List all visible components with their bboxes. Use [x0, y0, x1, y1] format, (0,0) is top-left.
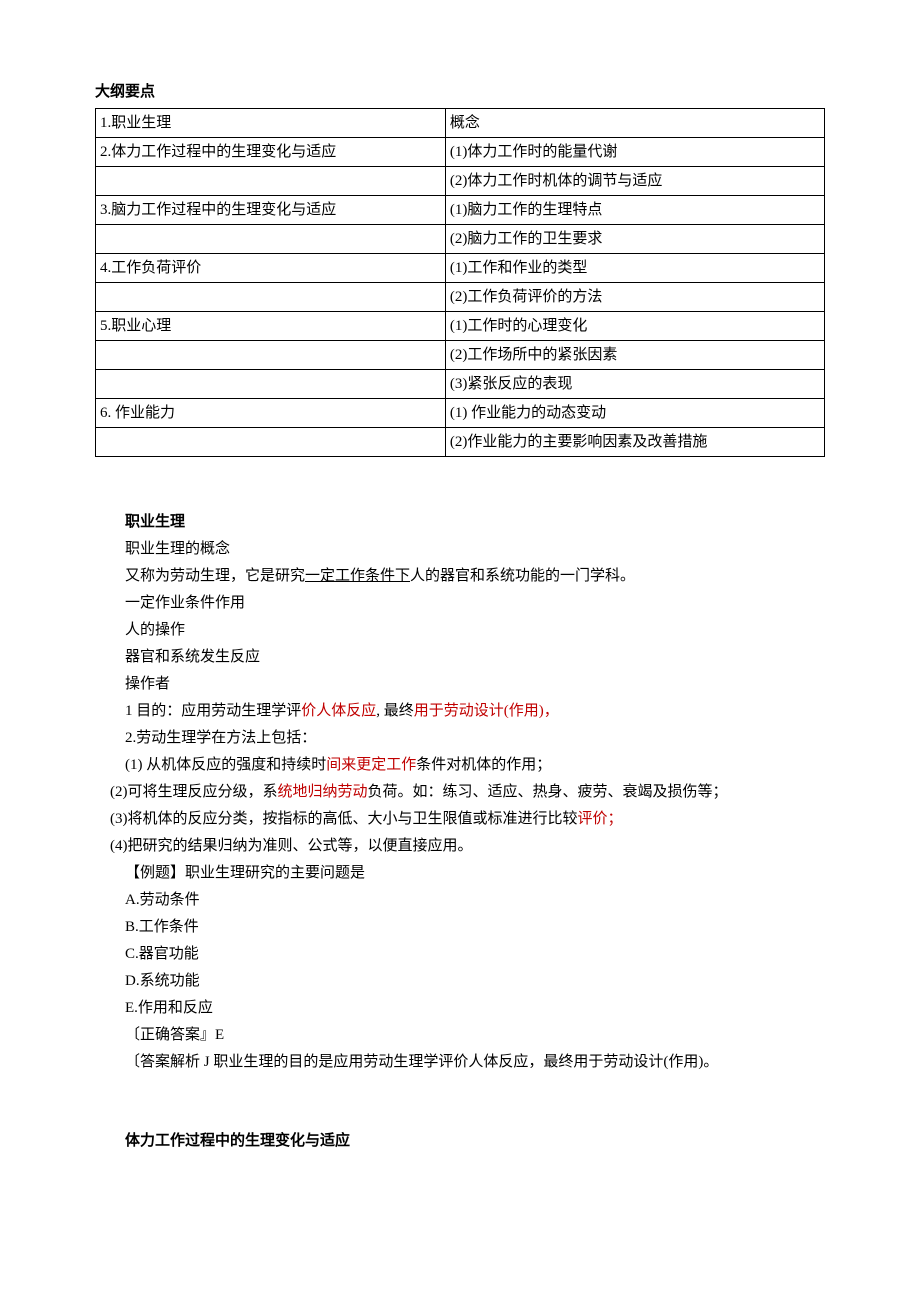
para-concept: 职业生理的概念 — [95, 536, 825, 563]
table-row: (2)作业能力的主要影响因素及改善措施 — [96, 427, 825, 456]
table-cell-left: 1.职业生理 — [96, 108, 446, 137]
option-a: A.劳动条件 — [95, 887, 825, 914]
table-cell-left — [96, 427, 446, 456]
underline-text: 一定工作条件下 — [305, 568, 410, 584]
highlight-text: 间来更定工作 — [326, 757, 416, 773]
text: (2)可将生理反应分级，系 — [110, 784, 278, 800]
option-b: B.工作条件 — [95, 914, 825, 941]
para-line5: 器官和系统发生反应 — [95, 644, 825, 671]
text: 条件对机体的作用； — [416, 757, 551, 773]
table-cell-left — [96, 224, 446, 253]
para-line3: 一定作业条件作用 — [95, 590, 825, 617]
table-row: (2)工作场所中的紧张因素 — [96, 340, 825, 369]
text: 又称为劳动生理，它是研究 — [125, 568, 305, 584]
table-cell-right: (1)脑力工作的生理特点 — [445, 195, 824, 224]
para-method2: (2)可将生理反应分级，系统地归纳劳动负荷。如：练习、适应、热身、疲劳、衰竭及损… — [95, 779, 825, 806]
outline-table: 1.职业生理概念2.体力工作过程中的生理变化与适应(1)体力工作时的能量代谢(2… — [95, 108, 825, 457]
text: 人的器官和系统功能的一门学科。 — [410, 568, 635, 584]
table-row: 3.脑力工作过程中的生理变化与适应(1)脑力工作的生理特点 — [96, 195, 825, 224]
para-method4: (4)把研究的结果归纳为准则、公式等，以便直接应用。 — [95, 833, 825, 860]
para-methods: 2.劳动生理学在方法上包括： — [95, 725, 825, 752]
table-row: 2.体力工作过程中的生理变化与适应(1)体力工作时的能量代谢 — [96, 137, 825, 166]
table-row: 1.职业生理概念 — [96, 108, 825, 137]
text: (3)将机体的反应分类，按指标的高低、大小与卫生限值或标准进行比较 — [110, 811, 578, 827]
para-line4: 人的操作 — [95, 617, 825, 644]
section1-title: 职业生理 — [95, 509, 825, 536]
table-cell-left: 5.职业心理 — [96, 311, 446, 340]
text: 1 目的：应用劳动生理学评 — [125, 703, 301, 719]
table-cell-right: (1)体力工作时的能量代谢 — [445, 137, 824, 166]
highlight-text: 统地归纳劳动 — [278, 784, 368, 800]
section-1: 职业生理 职业生理的概念 又称为劳动生理，它是研究一定工作条件下人的器官和系统功… — [95, 509, 825, 1076]
table-cell-left: 2.体力工作过程中的生理变化与适应 — [96, 137, 446, 166]
table-cell-left: 6. 作业能力 — [96, 398, 446, 427]
answer: 〔正确答案』E — [95, 1022, 825, 1049]
table-cell-right: (3)紧张反应的表现 — [445, 369, 824, 398]
explanation: 〔答案解析 J 职业生理的目的是应用劳动生理学评价人体反应，最终用于劳动设计(作… — [95, 1049, 825, 1076]
option-d: D.系统功能 — [95, 968, 825, 995]
table-cell-left — [96, 166, 446, 195]
table-row: 5.职业心理(1)工作时的心理变化 — [96, 311, 825, 340]
para-method3: (3)将机体的反应分类，按指标的高低、大小与卫生限值或标准进行比较评价； — [95, 806, 825, 833]
text: , 最终 — [376, 703, 414, 719]
page: 大纲要点 1.职业生理概念2.体力工作过程中的生理变化与适应(1)体力工作时的能… — [0, 0, 920, 1301]
table-cell-right: (2)工作场所中的紧张因素 — [445, 340, 824, 369]
highlight-text: 用于劳动设计(作用)， — [414, 703, 559, 719]
table-cell-left — [96, 369, 446, 398]
table-cell-right: (2)作业能力的主要影响因素及改善措施 — [445, 427, 824, 456]
section-2: 体力工作过程中的生理变化与适应 — [95, 1128, 825, 1155]
table-cell-left — [96, 340, 446, 369]
text: (1) 从机体反应的强度和持续时 — [125, 757, 326, 773]
table-row: (2)脑力工作的卫生要求 — [96, 224, 825, 253]
heading-outline: 大纲要点 — [95, 80, 825, 106]
table-cell-right: (2)工作负荷评价的方法 — [445, 282, 824, 311]
option-e: E.作用和反应 — [95, 995, 825, 1022]
table-cell-right: (1) 作业能力的动态变动 — [445, 398, 824, 427]
table-cell-right: (2)脑力工作的卫生要求 — [445, 224, 824, 253]
section2-title: 体力工作过程中的生理变化与适应 — [95, 1128, 825, 1155]
highlight-text: 评价； — [578, 811, 623, 827]
table-row: (2)工作负荷评价的方法 — [96, 282, 825, 311]
table-cell-left — [96, 282, 446, 311]
table-row: 6. 作业能力(1) 作业能力的动态变动 — [96, 398, 825, 427]
text: 负荷。如：练习、适应、热身、疲劳、衰竭及损伤等； — [368, 784, 728, 800]
para-example: 【例题】职业生理研究的主要问题是 — [95, 860, 825, 887]
table-cell-right: (2)体力工作时机体的调节与适应 — [445, 166, 824, 195]
option-c: C.器官功能 — [95, 941, 825, 968]
table-cell-left: 4.工作负荷评价 — [96, 253, 446, 282]
table-row: (2)体力工作时机体的调节与适应 — [96, 166, 825, 195]
table-cell-left: 3.脑力工作过程中的生理变化与适应 — [96, 195, 446, 224]
para-purpose: 1 目的：应用劳动生理学评价人体反应, 最终用于劳动设计(作用)， — [95, 698, 825, 725]
table-row: (3)紧张反应的表现 — [96, 369, 825, 398]
para-line6: 操作者 — [95, 671, 825, 698]
table-cell-right: 概念 — [445, 108, 824, 137]
highlight-text: 价人体反应 — [301, 703, 376, 719]
table-cell-right: (1)工作和作业的类型 — [445, 253, 824, 282]
para-definition: 又称为劳动生理，它是研究一定工作条件下人的器官和系统功能的一门学科。 — [95, 563, 825, 590]
table-row: 4.工作负荷评价(1)工作和作业的类型 — [96, 253, 825, 282]
table-cell-right: (1)工作时的心理变化 — [445, 311, 824, 340]
para-method1: (1) 从机体反应的强度和持续时间来更定工作条件对机体的作用； — [95, 752, 825, 779]
